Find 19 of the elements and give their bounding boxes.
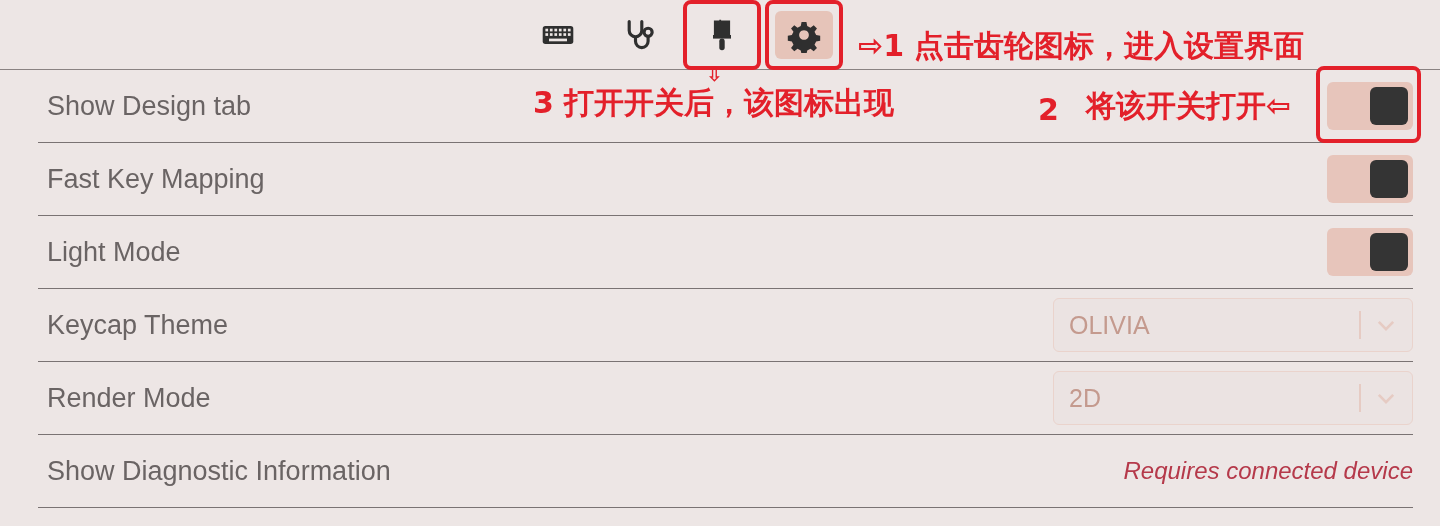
setting-label: Show Design tab	[46, 90, 252, 122]
setting-label: Render Mode	[46, 382, 211, 414]
toggle-switch[interactable]	[1327, 155, 1413, 203]
toggle-switch[interactable]	[1327, 82, 1413, 130]
toggle-switch[interactable]	[1327, 228, 1413, 276]
setting-label: Keycap Theme	[46, 309, 229, 341]
annotation-text: 将该开关打开⇦	[1086, 87, 1292, 125]
chevron-down-icon	[1377, 319, 1395, 331]
status-note: Requires connected device	[1123, 457, 1413, 485]
toolbar-button[interactable]	[775, 10, 833, 59]
dropdown-value: 2D	[1069, 383, 1102, 413]
annotation-text: 2	[1038, 92, 1059, 127]
setting-label: Light Mode	[46, 236, 181, 268]
dropdown-value: OLIVIA	[1069, 310, 1151, 340]
annotation-text: ⇨1 点击齿轮图标，进入设置界面	[858, 27, 1305, 65]
setting-label: Show Diagnostic Information	[46, 455, 391, 487]
setting-label: Fast Key Mapping	[46, 163, 265, 195]
annotation-text: 3 打开开关后，该图标出现	[533, 84, 895, 122]
chevron-down-icon	[1377, 392, 1395, 404]
